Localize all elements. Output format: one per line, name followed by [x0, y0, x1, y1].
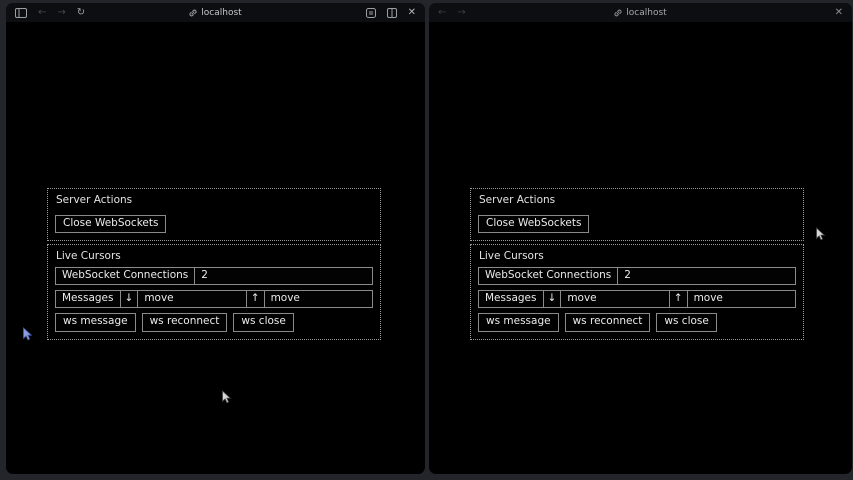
address-title: localhost	[429, 3, 852, 22]
messages-row: Messages ↓ move ↑ move	[478, 290, 796, 308]
ws-buttons-row: ws message ws reconnect ws close	[478, 313, 796, 331]
server-actions-panel: Server Actions Close WebSockets	[47, 188, 381, 241]
reader-view-icon[interactable]	[366, 8, 376, 18]
messages-row: Messages ↓ move ↑ move	[55, 290, 373, 308]
close-websockets-button[interactable]: Close WebSockets	[478, 215, 589, 233]
server-actions-legend: Server Actions	[56, 194, 373, 206]
messages-label: Messages	[479, 291, 544, 307]
live-cursors-panel: Live Cursors WebSocket Connections 2 Mes…	[470, 244, 804, 339]
connections-value: 2	[195, 268, 372, 284]
sidebar-toggle-icon[interactable]	[15, 8, 27, 18]
sent-message-value: move	[138, 291, 246, 307]
connections-label: WebSocket Connections	[56, 268, 195, 284]
live-cursors-panel: Live Cursors WebSocket Connections 2 Mes…	[47, 244, 381, 339]
link-icon	[189, 9, 197, 17]
titlebar-left-window-controls: ✕	[366, 8, 416, 18]
link-icon	[614, 9, 622, 17]
connections-label: WebSocket Connections	[479, 268, 618, 284]
ws-reconnect-button[interactable]: ws reconnect	[142, 313, 228, 331]
split-view-icon[interactable]	[387, 8, 397, 18]
refresh-icon[interactable]: ↻	[77, 8, 85, 18]
forward-icon[interactable]: →	[457, 8, 465, 18]
browser-window-left: ← → ↻ localhost ✕ Server Actions Close W…	[6, 3, 425, 474]
titlebar-right-controls: ← →	[438, 8, 466, 18]
ws-reconnect-button[interactable]: ws reconnect	[565, 313, 651, 331]
ws-buttons-row: ws message ws reconnect ws close	[55, 313, 373, 331]
titlebar-right-window-controls: ✕	[835, 8, 843, 18]
page-content: Server Actions Close WebSockets Live Cur…	[470, 188, 804, 343]
connections-value: 2	[618, 268, 795, 284]
messages-label: Messages	[56, 291, 121, 307]
sent-arrow-icon: ↓	[544, 291, 562, 307]
ws-close-button[interactable]: ws close	[233, 313, 293, 331]
server-actions-legend: Server Actions	[479, 194, 796, 206]
back-icon[interactable]: ←	[438, 8, 446, 18]
close-websockets-button[interactable]: Close WebSockets	[55, 215, 166, 233]
ws-message-button[interactable]: ws message	[478, 313, 559, 331]
connections-row: WebSocket Connections 2	[478, 267, 796, 285]
close-icon[interactable]: ✕	[835, 8, 843, 18]
page-title: localhost	[201, 8, 241, 18]
connections-row: WebSocket Connections 2	[55, 267, 373, 285]
received-arrow-icon: ↑	[670, 291, 688, 307]
page-title: localhost	[626, 8, 666, 18]
received-arrow-icon: ↑	[247, 291, 265, 307]
live-cursors-legend: Live Cursors	[56, 250, 373, 262]
titlebar-left: ← → ↻ localhost ✕	[6, 3, 425, 22]
close-icon[interactable]: ✕	[408, 8, 416, 18]
received-message-value: move	[265, 291, 372, 307]
browser-window-right: ← → localhost ✕ Server Actions Close Web…	[429, 3, 852, 474]
server-actions-panel: Server Actions Close WebSockets	[470, 188, 804, 241]
page-content: Server Actions Close WebSockets Live Cur…	[47, 188, 381, 343]
ws-close-button[interactable]: ws close	[656, 313, 716, 331]
back-icon[interactable]: ←	[38, 8, 46, 18]
ws-message-button[interactable]: ws message	[55, 313, 136, 331]
live-cursors-legend: Live Cursors	[479, 250, 796, 262]
sent-arrow-icon: ↓	[121, 291, 139, 307]
forward-icon[interactable]: →	[57, 8, 65, 18]
sent-message-value: move	[561, 291, 669, 307]
received-message-value: move	[688, 291, 795, 307]
titlebar-left-controls: ← → ↻	[15, 8, 85, 18]
titlebar-right: ← → localhost ✕	[429, 3, 852, 22]
